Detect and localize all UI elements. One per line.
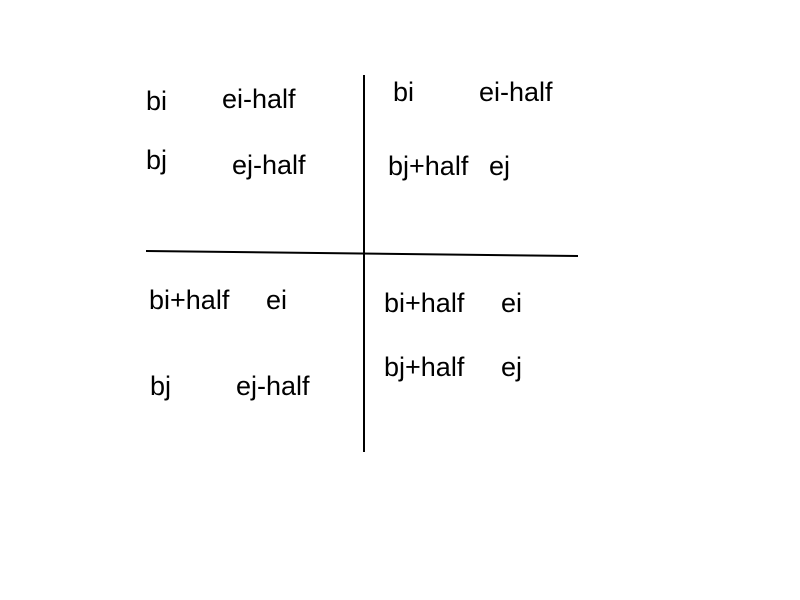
quadrant-diagram: bi ei-half bj ej-half bi ei-half bj+half…: [0, 0, 800, 600]
top-right-row2-begin: bj+half: [388, 151, 469, 181]
bottom-left-row1-end: ei: [266, 285, 288, 315]
horizontal-divider: [145, 250, 579, 257]
bottom-left-row1-begin: bi+half: [149, 285, 230, 315]
top-left-row1-end: ei-half: [222, 84, 296, 114]
bottom-left-row2-begin: bj: [150, 371, 172, 401]
bottom-right-row1-end: ei: [501, 288, 523, 318]
top-left-row1-begin: bi: [146, 86, 168, 116]
bottom-right-row1-begin: bi+half: [384, 288, 465, 318]
bottom-right-row2-begin: bj+half: [384, 352, 465, 382]
top-left-row2-begin: bj: [146, 145, 168, 175]
top-right-row1-begin: bi: [393, 77, 415, 107]
bottom-left-row2-end: ej-half: [236, 371, 310, 401]
top-right-row1-end: ei-half: [479, 77, 553, 107]
top-right-row2-end: ej: [489, 151, 511, 181]
bottom-right-row2-end: ej: [501, 352, 523, 382]
top-left-row2-end: ej-half: [232, 150, 306, 180]
